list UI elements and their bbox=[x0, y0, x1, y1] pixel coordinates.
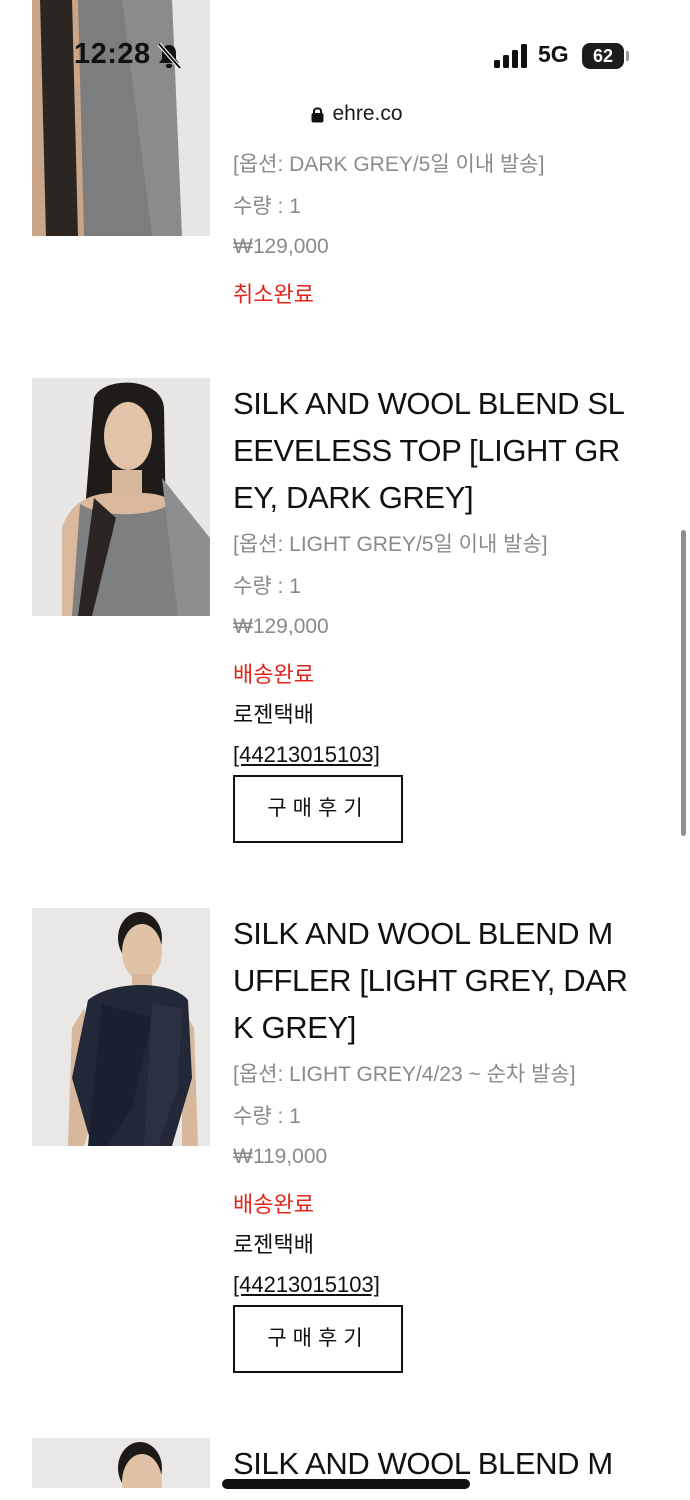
scrollbar[interactable] bbox=[681, 530, 686, 836]
product-quantity: 수량 : 1 bbox=[233, 575, 301, 598]
product-quantity: 수량 : 1 bbox=[233, 195, 301, 218]
order-status: 배송완료 bbox=[233, 662, 314, 687]
lock-icon bbox=[311, 106, 324, 122]
battery-cap bbox=[626, 51, 629, 61]
order-status: 배송완료 bbox=[233, 1192, 314, 1217]
home-indicator[interactable] bbox=[222, 1479, 470, 1489]
product-thumbnail[interactable] bbox=[32, 378, 210, 616]
cellular-signal-icon bbox=[494, 44, 527, 68]
status-time: 12:28 bbox=[74, 38, 151, 70]
battery-icon: 62 bbox=[582, 43, 630, 69]
product-option: [옵션: LIGHT GREY/5일 이내 발송] bbox=[233, 533, 548, 556]
write-review-button[interactable]: 구매후기 bbox=[233, 775, 403, 843]
product-option: [옵션: LIGHT GREY/4/23 ~ 순차 발송] bbox=[233, 1063, 576, 1086]
bell-off-icon bbox=[157, 42, 182, 70]
bottom-edge bbox=[0, 1488, 690, 1500]
product-option: [옵션: DARK GREY/5일 이내 발송] bbox=[233, 153, 545, 176]
url-bar[interactable]: ehre.co bbox=[268, 92, 446, 136]
product-thumbnail[interactable] bbox=[32, 908, 210, 1146]
courier-name: 로젠택배 bbox=[233, 1232, 314, 1257]
product-title[interactable]: SILK AND WOOL BLEND SLEEVELESS TOP [LIGH… bbox=[233, 380, 633, 521]
tracking-number-link[interactable]: [44213015103] bbox=[233, 1265, 633, 1305]
product-price: ₩129,000 bbox=[233, 235, 329, 258]
order-status: 취소완료 bbox=[233, 282, 314, 307]
product-price: ₩119,000 bbox=[233, 1145, 328, 1168]
url-text: ehre.co bbox=[332, 102, 403, 125]
battery-level: 62 bbox=[582, 43, 624, 69]
network-type: 5G bbox=[538, 41, 569, 67]
product-quantity: 수량 : 1 bbox=[233, 1105, 301, 1128]
courier-name: 로젠택배 bbox=[233, 702, 314, 727]
product-price: ₩129,000 bbox=[233, 615, 329, 638]
write-review-button[interactable]: 구매후기 bbox=[233, 1305, 403, 1373]
product-title[interactable]: SILK AND WOOL BLEND MUFFLER [LIGHT GREY,… bbox=[233, 910, 633, 1051]
tracking-number-link[interactable]: [44213015103] bbox=[233, 735, 633, 775]
